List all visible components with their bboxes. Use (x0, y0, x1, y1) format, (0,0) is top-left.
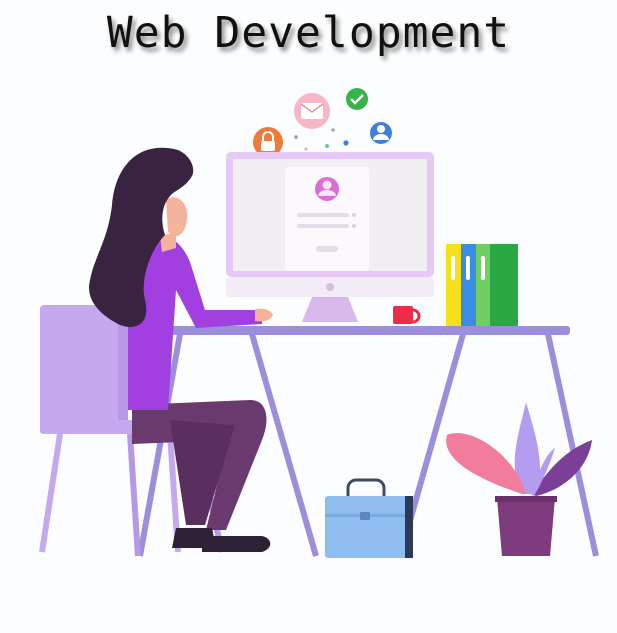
illustration: Web Development (0, 0, 617, 633)
mug (393, 306, 421, 324)
user-icon (370, 122, 392, 144)
check-icon (346, 88, 368, 110)
profile-avatar-icon (315, 177, 339, 201)
mail-icon (294, 93, 330, 129)
monitor (226, 152, 434, 322)
scene (39, 88, 599, 558)
binders (446, 244, 518, 326)
bag (325, 478, 413, 558)
